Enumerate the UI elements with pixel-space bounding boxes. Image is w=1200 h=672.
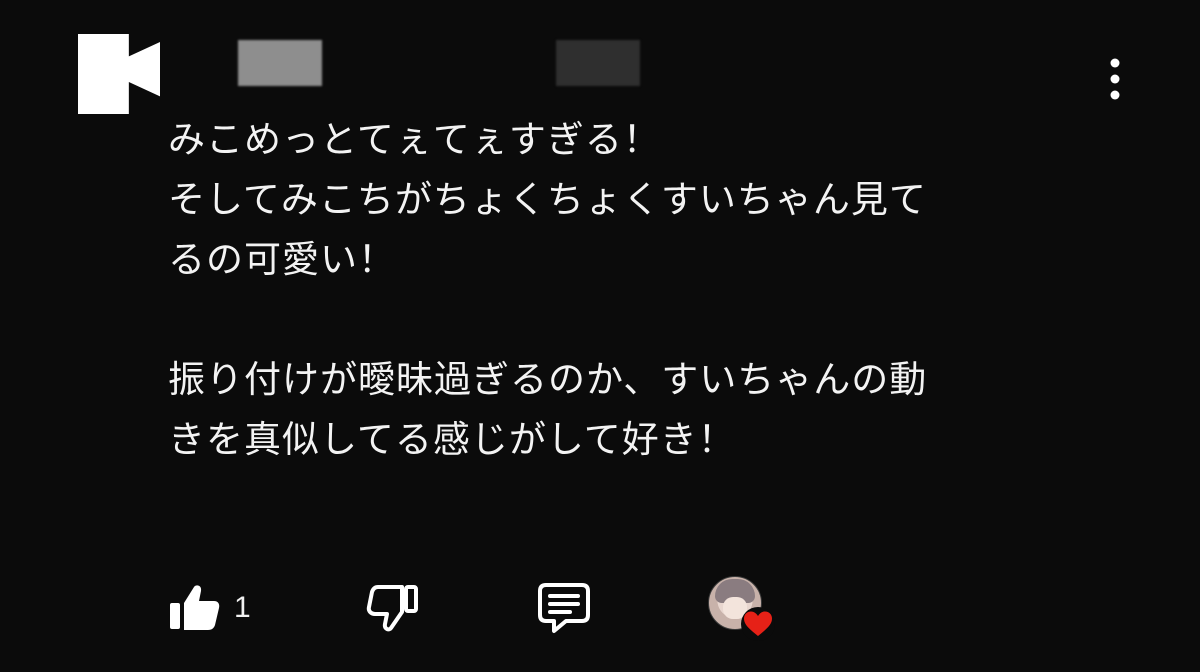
like-button[interactable]: 1	[168, 580, 251, 636]
dislike-button[interactable]	[366, 580, 420, 636]
author-avatar[interactable]	[78, 34, 160, 114]
creator-heart	[708, 576, 775, 642]
comment-item: みこめっとてぇてぇすぎる！ そしてみこちがちょくちょくすいちゃん見て るの可愛い…	[0, 0, 1200, 672]
reply-button[interactable]	[536, 580, 592, 636]
thumbs-up-icon	[170, 585, 220, 630]
more-vert-icon	[1110, 58, 1120, 100]
comment-icon	[538, 583, 590, 633]
timestamp-redacted	[556, 40, 640, 86]
author-name-redacted[interactable]	[238, 40, 322, 86]
more-actions-button[interactable]	[1094, 52, 1136, 106]
heart-icon	[741, 607, 775, 641]
thumbs-down-icon	[366, 585, 418, 632]
comment-action-bar: 1	[168, 576, 808, 641]
comment-text: みこめっとてぇてぇすぎる！ そしてみこちがちょくちょくすいちゃん見て るの可愛い…	[168, 118, 928, 461]
like-count: 1	[234, 591, 251, 624]
